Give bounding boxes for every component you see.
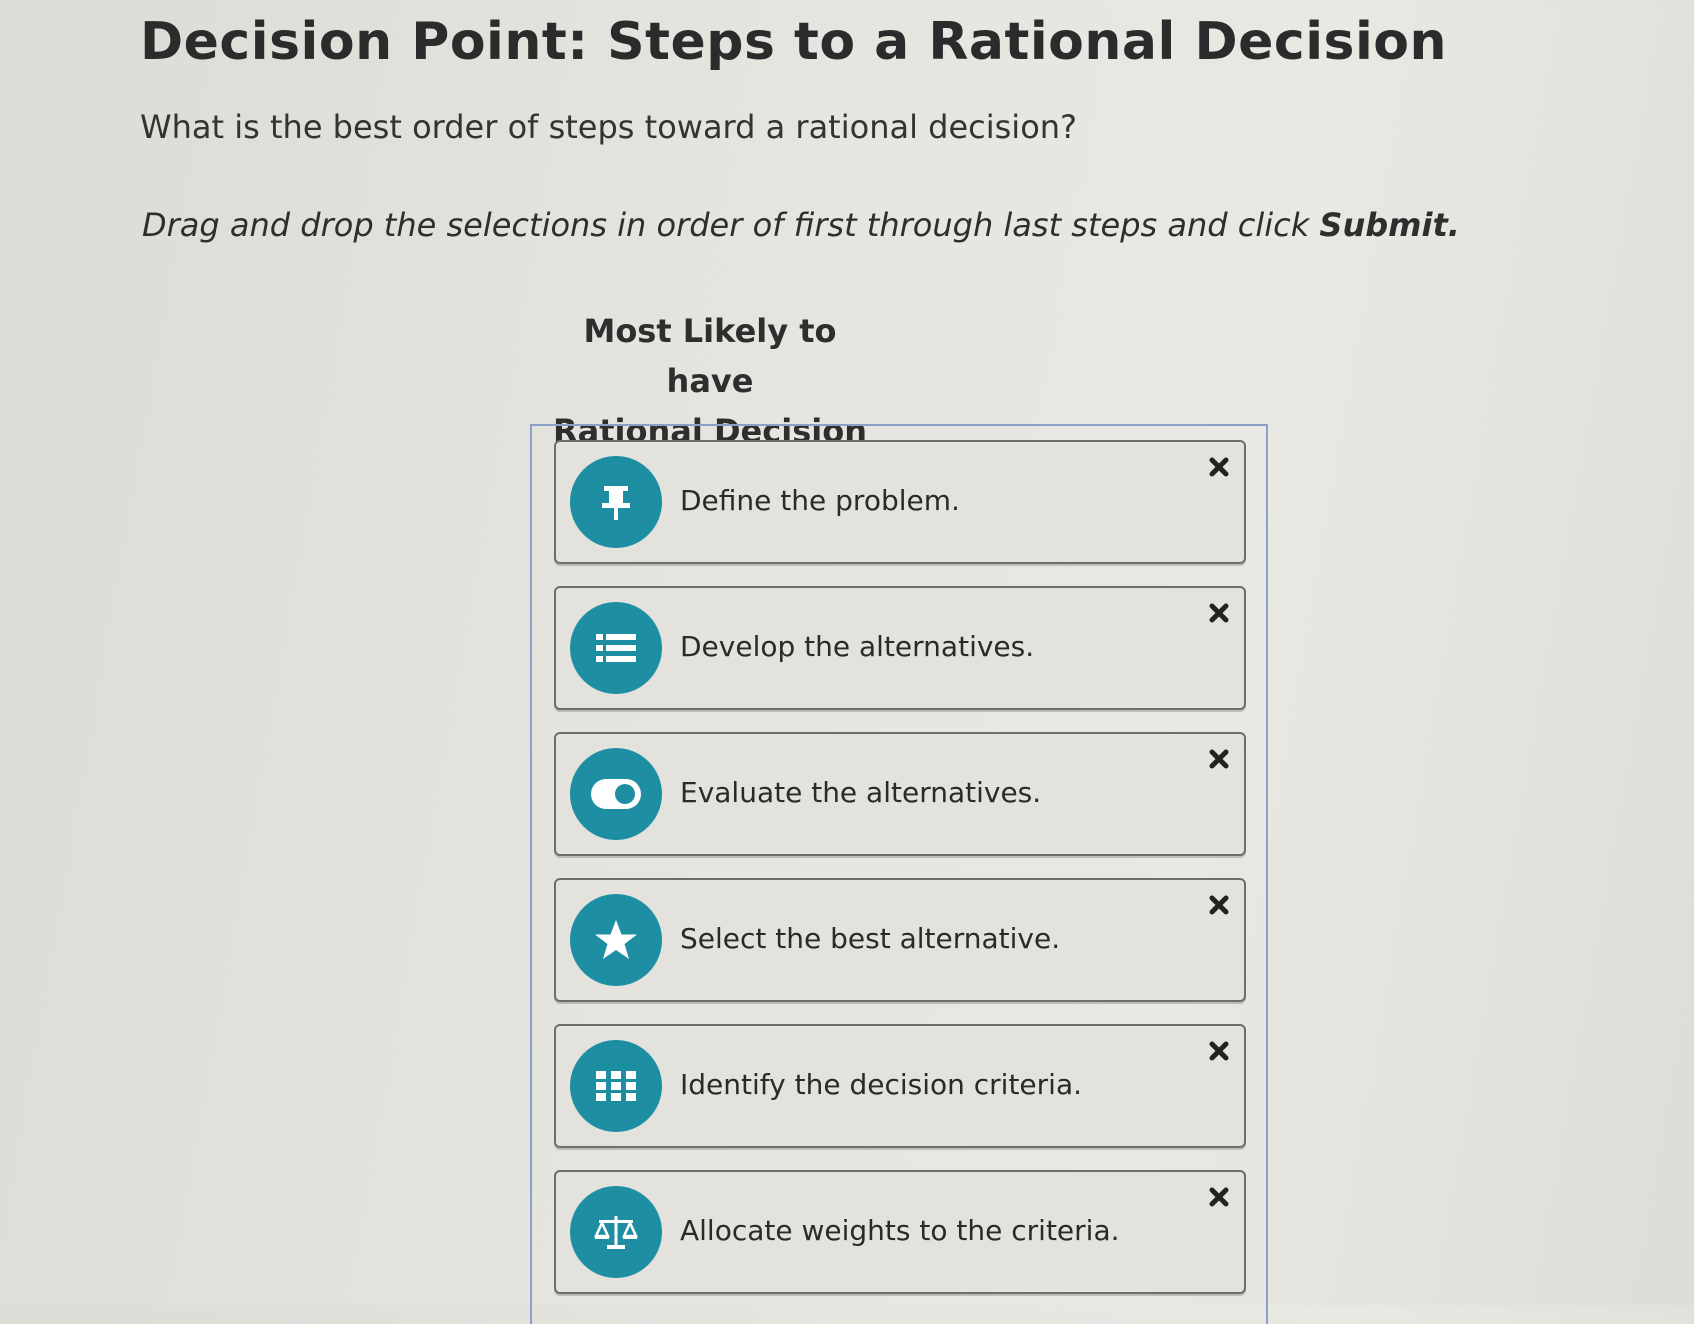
close-icon (1209, 603, 1229, 623)
draggable-item-select-best[interactable]: Select the best alternative. (554, 878, 1246, 1002)
close-icon (1209, 749, 1229, 769)
instruction-text: Drag and drop the selections in order of… (142, 206, 1460, 244)
scale-icon (570, 1186, 662, 1278)
item-label: Identify the decision criteria. (680, 1068, 1083, 1101)
star-icon (570, 894, 662, 986)
list-icon (570, 602, 662, 694)
remove-item-button[interactable] (1204, 598, 1234, 628)
close-icon (1209, 1041, 1229, 1061)
item-label: Allocate weights to the criteria. (680, 1214, 1120, 1247)
draggable-item-identify-criteria[interactable]: Identify the decision criteria. (554, 1024, 1246, 1148)
draggable-item-allocate-weights[interactable]: Allocate weights to the criteria. (554, 1170, 1246, 1294)
drop-zone[interactable]: Define the problem. Develop the alternat… (530, 424, 1268, 1324)
remove-item-button[interactable] (1204, 1036, 1234, 1066)
close-icon (1209, 1187, 1229, 1207)
instruction-submit: Submit. (1319, 206, 1460, 244)
draggable-item-define-problem[interactable]: Define the problem. (554, 440, 1246, 564)
toggle-icon (570, 748, 662, 840)
item-label: Evaluate the alternatives. (680, 776, 1042, 809)
page-title: Decision Point: Steps to a Rational Deci… (140, 12, 1448, 72)
pin-icon (570, 456, 662, 548)
close-icon (1209, 895, 1229, 915)
dropzone-heading-line1: Most Likely to have (583, 312, 837, 400)
remove-item-button[interactable] (1204, 890, 1234, 920)
remove-item-button[interactable] (1204, 744, 1234, 774)
remove-item-button[interactable] (1204, 452, 1234, 482)
draggable-item-develop-alternatives[interactable]: Develop the alternatives. (554, 586, 1246, 710)
question-text: What is the best order of steps toward a… (140, 108, 1078, 146)
draggable-item-evaluate-alternatives[interactable]: Evaluate the alternatives. (554, 732, 1246, 856)
item-label: Select the best alternative. (680, 922, 1061, 955)
close-icon (1209, 457, 1229, 477)
instruction-prefix: Drag and drop the selections in order of… (142, 206, 1320, 244)
grid-icon (570, 1040, 662, 1132)
item-label: Develop the alternatives. (680, 630, 1035, 663)
item-label: Define the problem. (680, 484, 960, 517)
remove-item-button[interactable] (1204, 1182, 1234, 1212)
